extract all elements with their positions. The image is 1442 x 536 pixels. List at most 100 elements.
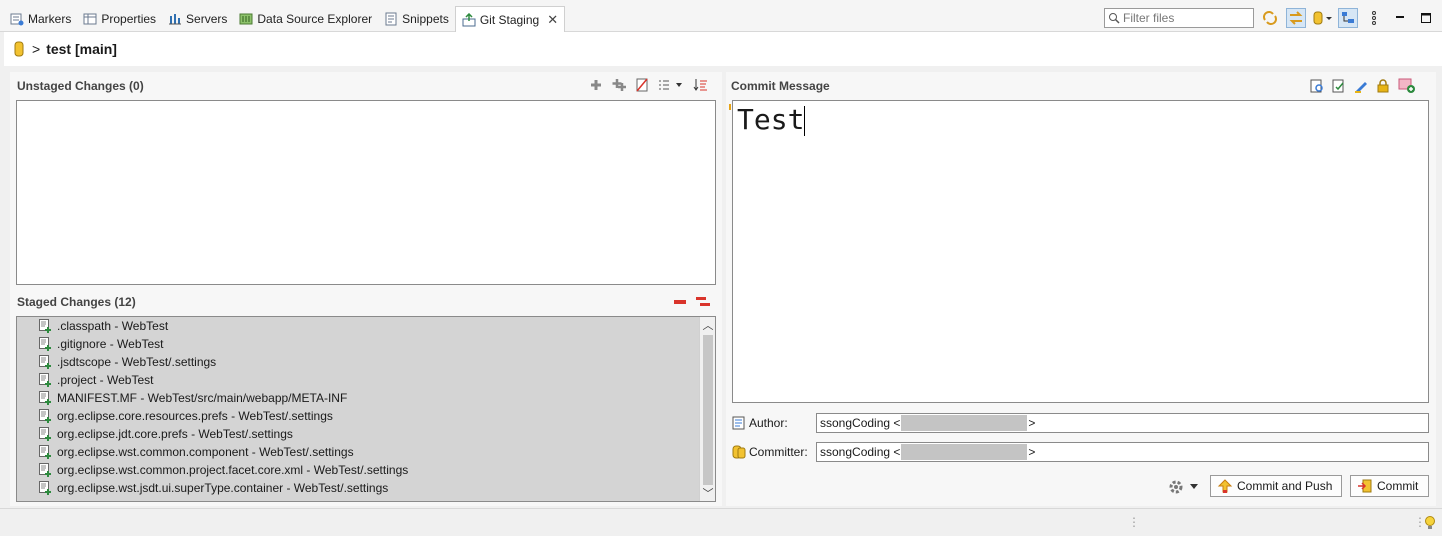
repository-name: test [main] [46, 41, 117, 57]
ignore-files-button[interactable] [635, 78, 649, 95]
tab-markers[interactable]: Markers [4, 6, 77, 32]
tab-data-source-explorer[interactable]: Data Source Explorer [233, 6, 378, 32]
add-all-icon [612, 79, 626, 91]
file-added-icon [39, 391, 51, 405]
tab-snippets[interactable]: Snippets [378, 6, 455, 32]
staged-file-label: org.eclipse.core.resources.prefs - WebTe… [57, 409, 333, 423]
push-icon [1398, 78, 1415, 93]
link-with-selection-button[interactable] [1286, 8, 1306, 28]
commit-icon [1358, 479, 1372, 493]
commit-button[interactable]: Commit [1350, 475, 1429, 497]
settings-menu-button[interactable] [1168, 479, 1198, 495]
staged-file-item[interactable]: .classpath - WebTest [17, 317, 715, 335]
stage-selected-button[interactable] [589, 78, 603, 95]
author-field[interactable]: ssongCoding < > [816, 413, 1429, 433]
file-added-icon [39, 409, 51, 423]
staged-file-item[interactable]: org.eclipse.wst.jsdt.ui.superType.contai… [17, 479, 715, 497]
commit-and-push-label: Commit and Push [1237, 479, 1333, 493]
view-toolbar: Filter files [1104, 8, 1436, 28]
remove-icon [674, 300, 686, 304]
properties-icon [83, 12, 97, 26]
staged-file-item[interactable]: .jsdtscope - WebTest/.settings [17, 353, 715, 371]
presentation-toggle-button[interactable] [1338, 8, 1358, 28]
unstaged-toolbar [589, 78, 709, 95]
tab-git-staging[interactable]: Git Staging ✕ [454, 6, 566, 32]
link-selection-icon [1289, 11, 1303, 25]
file-added-icon [39, 445, 51, 459]
presentation-menu-button[interactable] [657, 78, 685, 95]
tab-servers[interactable]: Servers [162, 6, 233, 32]
scroll-up-icon[interactable]: ︿ [700, 317, 715, 333]
lightbulb-icon[interactable] [1424, 515, 1436, 531]
staged-file-label: org.eclipse.wst.common.project.facet.cor… [57, 463, 409, 477]
view-menu-button[interactable] [1364, 8, 1384, 28]
repository-header: > test [main] [4, 32, 1442, 66]
maximize-icon [1421, 13, 1431, 23]
file-added-icon [39, 355, 51, 369]
staged-file-item[interactable]: org.eclipse.jdt.core.prefs - WebTest/.se… [17, 425, 715, 443]
servers-icon [168, 12, 182, 26]
staged-file-item[interactable]: MANIFEST.MF - WebTest/src/main/webapp/ME… [17, 389, 715, 407]
refresh-button[interactable] [1260, 8, 1280, 28]
minimize-icon [1396, 16, 1404, 18]
add-icon [591, 80, 601, 90]
scroll-down-icon[interactable]: ﹀ [700, 485, 715, 501]
add-change-id-button[interactable] [1376, 79, 1390, 96]
amend-icon [1310, 79, 1323, 93]
unstage-all-button[interactable] [695, 296, 711, 311]
staged-file-item[interactable]: org.eclipse.wst.common.component - WebTe… [17, 443, 715, 461]
file-added-icon [39, 337, 51, 351]
staged-scrollbar[interactable]: ︿ ﹀ [699, 317, 715, 501]
unstaged-file-list[interactable] [16, 100, 716, 285]
amend-previous-commit-button[interactable] [1310, 79, 1324, 96]
commit-and-push-button[interactable]: Commit and Push [1210, 475, 1342, 497]
minimize-button[interactable] [1390, 8, 1410, 28]
committer-label-row: Committer: [732, 445, 808, 459]
committer-field[interactable]: ssongCoding < > [816, 442, 1429, 462]
git-staging-icon [462, 12, 476, 27]
close-icon[interactable]: ✕ [547, 12, 558, 28]
committer-icon [732, 445, 746, 459]
author-end: > [1028, 416, 1036, 430]
markers-icon [10, 12, 24, 26]
chevron-down-icon [1190, 484, 1198, 489]
status-bar: ⋮ ⋮ [0, 508, 1442, 536]
stage-all-button[interactable] [611, 78, 627, 95]
signed-off-icon [1332, 79, 1344, 93]
pen-icon [1355, 82, 1367, 93]
scroll-thumb[interactable] [703, 335, 713, 485]
list-dropdown-icon [659, 80, 682, 90]
sort-button[interactable] [693, 78, 709, 95]
commit-label: Commit [1377, 479, 1419, 493]
staged-file-item[interactable]: .project - WebTest [17, 371, 715, 389]
push-upstream-button[interactable] [1398, 78, 1416, 97]
staged-file-label: .project - WebTest [57, 373, 154, 387]
staged-file-label: .gitignore - WebTest [57, 337, 164, 351]
commit-message-text: Test [737, 103, 805, 136]
snippets-icon [384, 12, 398, 26]
staged-file-item[interactable]: org.eclipse.core.resources.prefs - WebTe… [17, 407, 715, 425]
staged-items: .classpath - WebTest .gitignore - WebTest… [17, 317, 715, 497]
warning-marker-icon [727, 101, 733, 115]
unstage-selected-button[interactable] [673, 296, 687, 311]
staged-file-label: org.eclipse.jdt.core.prefs - WebTest/.se… [57, 427, 293, 441]
filter-files-input[interactable]: Filter files [1104, 8, 1254, 28]
staged-file-list[interactable]: .classpath - WebTest .gitignore - WebTest… [16, 316, 716, 502]
maximize-button[interactable] [1416, 8, 1436, 28]
staged-file-item[interactable]: org.eclipse.wst.common.project.facet.cor… [17, 461, 715, 479]
sign-commit-button[interactable] [1354, 79, 1368, 96]
sort-icon [693, 79, 707, 91]
staged-file-label: .classpath - WebTest [57, 319, 169, 333]
commit-toolbar [1310, 78, 1416, 97]
file-added-icon [39, 373, 51, 387]
repository-menu-button[interactable] [1312, 8, 1332, 28]
staged-file-label: MANIFEST.MF - WebTest/src/main/webapp/ME… [57, 391, 348, 405]
file-added-icon [39, 481, 51, 495]
tab-properties[interactable]: Properties [77, 6, 162, 32]
tab-servers-label: Servers [186, 12, 228, 26]
view-tab-bar: Markers Properties Servers Data Source E… [0, 0, 1442, 32]
staged-file-item[interactable]: .gitignore - WebTest [17, 335, 715, 353]
commit-message-input[interactable]: Test [732, 100, 1429, 403]
gear-icon [1169, 480, 1183, 494]
add-signed-off-by-button[interactable] [1332, 79, 1346, 96]
